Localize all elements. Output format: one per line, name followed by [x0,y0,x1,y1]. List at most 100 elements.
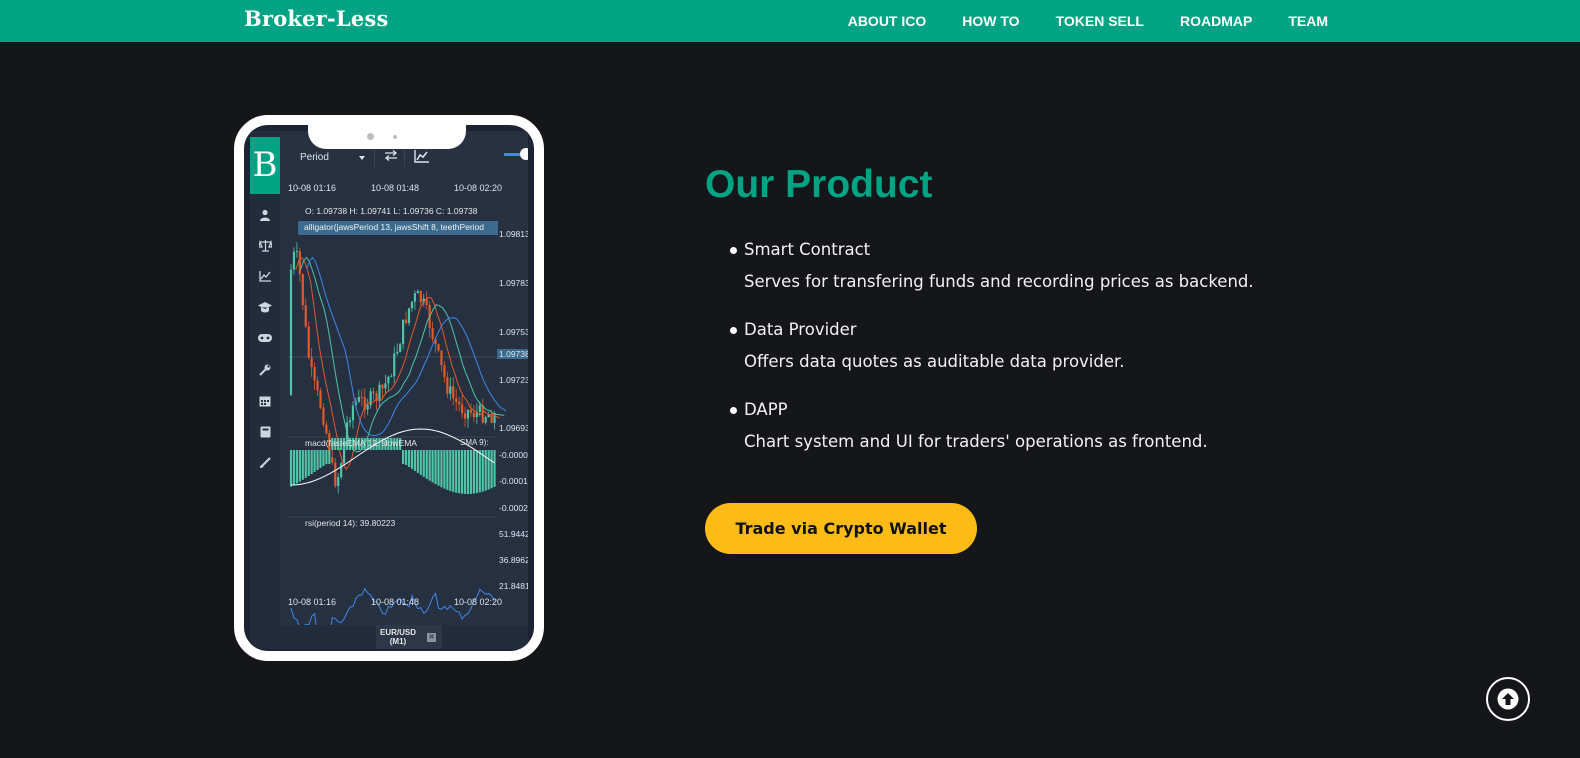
candle-body [295,251,298,253]
close-icon[interactable]: ✕ [427,633,436,642]
period-dropdown[interactable]: Period [300,152,329,163]
symbol-timeframe: (M1) [389,637,407,646]
chevron-down-icon[interactable] [359,156,365,160]
nav-link-team[interactable]: TEAM [1288,13,1328,29]
macd-axis-label: -0.0001 [499,476,528,486]
candle-body [390,376,393,378]
macd-bar [466,450,470,494]
macd-bar [416,450,419,473]
macd-bar [410,450,414,469]
line-chart-icon[interactable] [257,271,273,285]
symbol-tab-eurusd[interactable]: EUR/USD (M1) ✕ [376,625,442,649]
nav-link-how-to[interactable]: HOW TO [962,13,1019,29]
scroll-to-top-button[interactable] [1486,677,1530,721]
candle-body [437,344,440,351]
gamepad-icon[interactable] [257,333,273,347]
indicator-label-alligator[interactable]: alligator(jawsPeriod 13, jawsShift 8, te… [298,221,498,235]
macd-bar [313,450,316,472]
balance-scale-icon[interactable] [257,239,273,254]
macd-bar [475,450,478,494]
nav-link-roadmap[interactable]: ROADMAP [1180,13,1252,29]
macd-label-tail: SMA 9): [460,438,489,447]
area-chart-icon[interactable] [414,150,429,166]
camera-dot [367,133,374,140]
list-item: DAPP Chart system and UI for traders' op… [730,400,1290,480]
candle-body [366,405,369,410]
candle-body [337,477,340,487]
user-icon[interactable] [257,209,273,223]
nav-link-about-ico[interactable]: ABOUT ICO [848,13,927,29]
candle-body [289,269,293,395]
graduation-cap-icon[interactable] [257,302,273,316]
book-icon[interactable] [257,426,273,440]
candle-body [304,305,307,327]
calendar-icon[interactable] [257,395,273,409]
candle-body [440,350,443,366]
macd-axis-label: -0.0000 [499,450,528,460]
speaker-dot [393,135,397,139]
macd-bar [307,450,310,476]
time-label-top: 10-08 01:16 [288,183,337,193]
macd-bar [316,450,319,471]
time-label-bottom: 10-08 01:48 [371,597,420,607]
nav-link-token-sell[interactable]: TOKEN SELL [1056,13,1144,29]
candle-body [419,291,422,303]
macd-bar [402,450,405,464]
rsi-label: rsi(period 14): 39.80223 [305,518,396,528]
candle-body [443,365,446,378]
candle-body [357,397,360,402]
trade-crypto-wallet-button[interactable]: Trade via Crypto Wallet [705,503,977,554]
time-label-top: 10-08 02:20 [454,183,503,193]
candle-body [360,397,363,399]
macd-bar [419,450,422,475]
macd-bar [440,450,443,488]
macd-bar [325,450,328,465]
feature-name: Data Provider [744,320,857,339]
symbol-tabs-bar: EUR/USD (M1) ✕ [280,625,528,649]
candle-body [348,420,352,423]
wrench-icon[interactable] [257,364,273,378]
macd-bar [449,450,452,491]
price-axis-label: 1.09813 [499,229,528,239]
macd-bar [298,450,301,482]
candle-body [396,352,399,354]
trading-chart[interactable] [288,195,506,649]
feature-name: DAPP [744,400,788,419]
swap-arrows-icon[interactable] [384,150,398,164]
candle-body [399,344,402,353]
arrow-up-icon [1497,688,1519,710]
candle-body [378,384,381,401]
bullet-dot [730,247,737,254]
bullet-dot [730,327,737,334]
macd-bar [469,450,473,494]
candle-body [369,391,372,406]
candle-body [334,462,337,487]
alligator-line [306,256,506,437]
macd-bar [407,450,411,467]
candle-body [316,380,319,391]
feature-description: Chart system and UI for traders' operati… [744,432,1208,451]
macd-bar [292,450,296,486]
candle-body [325,424,328,434]
app-sidebar: B [250,131,280,649]
macd-axis-label: -0.0002 [499,503,528,513]
brand-logo[interactable]: Broker-Less [244,6,388,31]
candle-body [478,405,481,412]
price-axis-label: 1.09693 [499,423,528,433]
brush-icon[interactable] [257,457,273,471]
candle-body [455,398,458,402]
toggle-knob[interactable] [520,148,528,160]
macd-bar [472,450,475,494]
macd-bar [304,450,307,478]
candle-body [458,401,461,405]
nav-links: ABOUT ICO HOW TO TOKEN SELL ROADMAP TEAM [848,0,1328,42]
macd-label: macd(fasteEMA 12, slowEMA [305,438,417,448]
candle-body [310,357,313,368]
macd-bar [487,450,490,490]
list-item: Smart Contract Serves for transfering fu… [730,240,1290,320]
macd-bar [463,450,467,494]
time-label-bottom: 10-08 02:20 [454,597,503,607]
candle-body [452,386,455,399]
macd-bar [493,450,496,487]
bullet-dot [730,407,737,414]
